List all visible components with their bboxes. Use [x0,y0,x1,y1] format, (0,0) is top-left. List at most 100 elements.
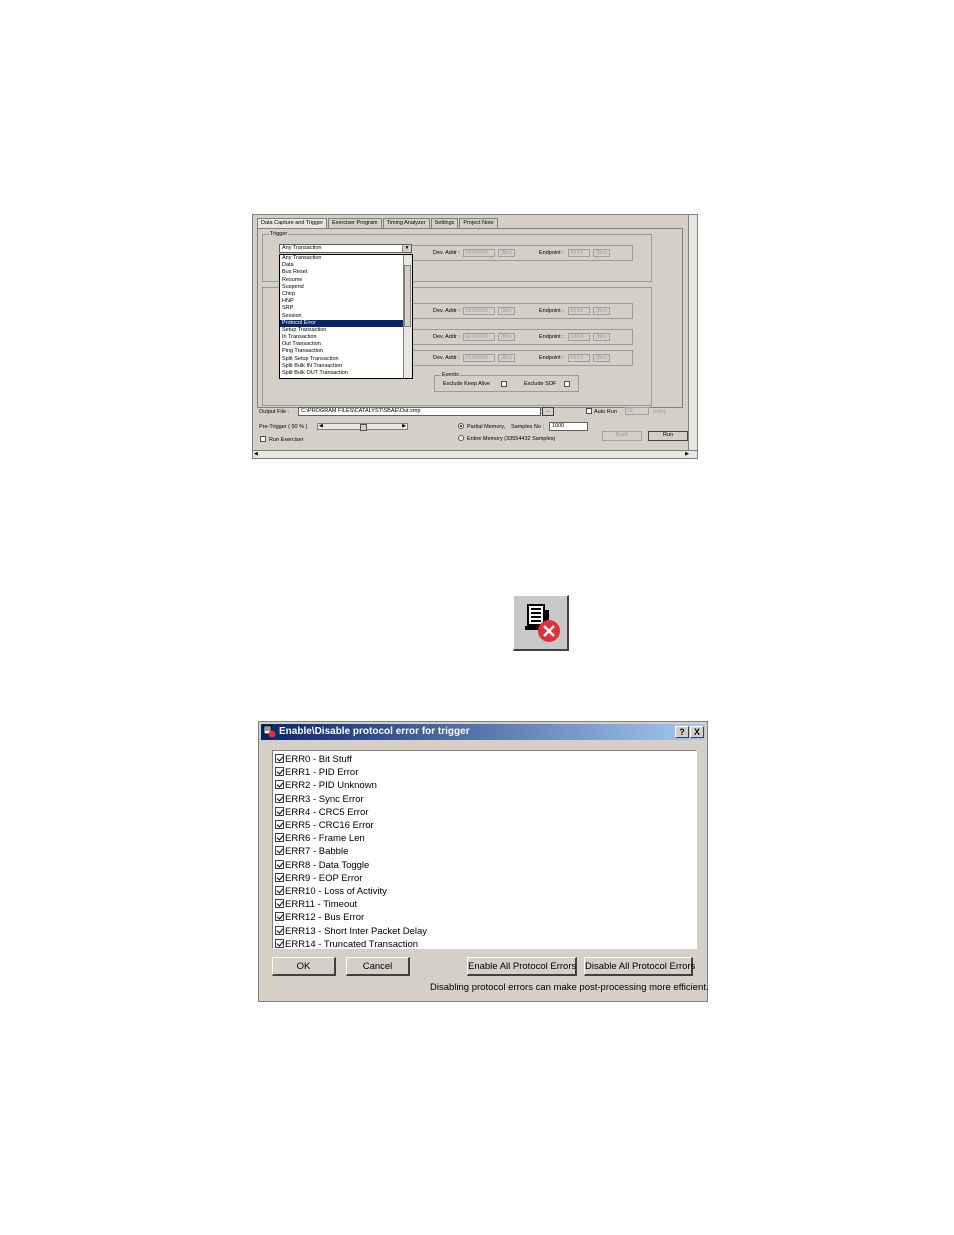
help-button[interactable]: ? [675,726,689,738]
trigger-option[interactable]: Suspend [280,284,412,291]
output-file-input[interactable]: C:\PROGRAM FILES\CATALYST\SBAE\Out.smp [298,407,541,416]
trigger-option[interactable]: Any Transaction [280,255,412,262]
window-vertical-scrollbar[interactable] [688,215,697,451]
protocol-error-item[interactable]: ERR1 - PID Error [275,766,358,779]
checked-checkbox-icon[interactable] [275,820,284,829]
ok-button[interactable]: OK [272,957,336,976]
slider-right-arrow-icon[interactable]: ▶ [402,423,406,429]
pre-trigger-slider[interactable]: ◀ ▶ [317,423,408,431]
dialog-titlebar[interactable]: Enable\Disable protocol error for trigge… [261,724,705,740]
chevron-down-icon[interactable]: ▼ [402,245,411,252]
run-exerciser-checkbox[interactable] [260,436,266,442]
protocol-error-trigger-icon[interactable] [513,595,569,651]
disable-all-errors-button[interactable]: Disable All Protocol Errors [584,957,695,976]
endpoint-field[interactable]: XXXX [568,249,590,257]
protocol-error-item[interactable]: ERR7 - Babble [275,845,348,858]
cancel-button[interactable]: Cancel [346,957,410,976]
protocol-error-item[interactable]: ERR2 - PID Unknown [275,779,377,792]
protocol-error-item[interactable]: ERR9 - EOP Error [275,872,362,885]
trigger-option[interactable]: Protocol Error [280,319,412,327]
trigger-option[interactable]: Split Bulk OUT Transaction [280,370,412,377]
exclude-sof-checkbox[interactable] [564,381,570,387]
endpoint-bin-button[interactable]: (Bin) [593,333,610,341]
protocol-error-item[interactable]: ERR8 - Data Toggle [275,859,369,872]
protocol-error-item[interactable]: ERR12 - Bus Error [275,911,364,924]
trigger-option[interactable]: Bus Reset [280,269,412,276]
tab-timing-analyzer[interactable]: Timing Analyzer [382,218,430,228]
tab-project-note[interactable]: Project Note [459,218,498,228]
auto-run-minutes-field[interactable]: 30 [625,407,649,415]
protocol-error-item[interactable]: ERR14 - Truncated Transaction [275,938,418,948]
run-button[interactable]: Run [648,431,688,441]
dropdown-scrollbar[interactable] [403,255,412,378]
protocol-error-item[interactable]: ERR3 - Sync Error [275,793,364,806]
checked-checkbox-icon[interactable] [275,806,284,816]
protocol-error-item[interactable]: ERR5 - CRC16 Error [275,819,374,832]
endpoint-bin-button[interactable]: (Bin) [593,249,610,257]
close-button[interactable]: X [690,726,704,738]
trigger-type-combo[interactable]: Any Transaction ▼ [279,244,412,253]
dev-addr-bin-button[interactable]: (Bin) [498,333,515,341]
protocol-error-item[interactable]: ERR13 - Short Inter Packet Delay [275,925,427,938]
protocol-error-item[interactable]: ERR0 - Bit Stuff [275,753,352,766]
scroll-thumb[interactable] [404,265,411,327]
dev-addr-field[interactable]: XXXXXXX [463,333,495,341]
samples-no-input[interactable]: 1000 [549,422,588,431]
entire-memory-radio[interactable] [458,435,464,441]
browse-button[interactable]: ... [542,407,554,416]
checked-checkbox-icon[interactable] [275,938,284,948]
trigger-option[interactable]: Split Bulk IN Transaction [280,363,412,370]
tab-settings[interactable]: Settings [430,218,459,228]
endpoint-bin-button[interactable]: (Bin) [593,354,610,362]
slider-thumb[interactable] [359,424,367,431]
trigger-option[interactable]: Data [280,262,412,269]
endpoint-bin-button[interactable]: (Bin) [593,307,610,315]
slider-left-arrow-icon[interactable]: ◀ [319,423,323,429]
checked-checkbox-icon[interactable] [275,886,284,895]
dev-addr-field[interactable]: XXXXXXX [463,307,495,315]
trigger-option[interactable]: Ping Transaction [280,348,412,355]
protocol-error-item[interactable]: ERR10 - Loss of Activity [275,885,387,898]
exclude-keep-alive-checkbox[interactable] [501,381,507,387]
dev-addr-field[interactable]: XXXXXXX [463,354,495,362]
protocol-error-item[interactable]: ERR6 - Frame Len [275,832,365,845]
tab-exerciser-program[interactable]: Exerciser Program [328,218,382,228]
protocol-error-item[interactable]: ERR4 - CRC5 Error [275,806,368,819]
auto-run-checkbox[interactable] [586,408,592,414]
protocol-error-list[interactable]: ERR0 - Bit Stuff ERR1 - PID Error ERR2 - P… [272,750,697,949]
scroll-right-arrow-icon[interactable]: ▶ [685,451,689,457]
endpoint-field[interactable]: XXXX [568,307,590,315]
trigger-option[interactable]: In Transaction [280,334,412,341]
scroll-left-arrow-icon[interactable]: ◀ [254,451,258,457]
checked-checkbox-icon[interactable] [275,780,284,790]
dev-addr-field[interactable]: XXXXXXX [463,249,495,257]
window-horizontal-scrollbar[interactable]: ◀ ▶ [253,450,697,458]
trigger-option[interactable]: Setup Transaction [280,327,412,334]
trigger-option[interactable]: Out Transaction [280,341,412,348]
dev-addr-bin-button[interactable]: (Bin) [498,307,515,315]
trigger-option[interactable]: Session [280,313,412,320]
checked-checkbox-icon[interactable] [275,912,284,922]
checked-checkbox-icon[interactable] [275,846,284,856]
trigger-option[interactable]: Split Setup Transaction [280,356,412,363]
back-button[interactable]: Back [602,431,642,441]
protocol-error-item[interactable]: ERR11 - Timeout [275,898,357,911]
trigger-option[interactable]: SRP [280,305,412,312]
trigger-option[interactable]: Resume [280,277,412,284]
trigger-type-dropdown[interactable]: Any Transaction Data Bus Reset Resume Suspen… [279,254,413,379]
partial-memory-radio[interactable] [458,423,464,429]
trigger-option[interactable]: Chirp [280,291,412,298]
endpoint-field[interactable]: XXXX [568,333,590,341]
checked-checkbox-icon[interactable] [275,754,284,763]
checked-checkbox-icon[interactable] [275,859,284,869]
dev-addr-bin-button[interactable]: (Bin) [498,354,515,362]
trigger-option[interactable]: HNP [280,298,412,305]
checked-checkbox-icon[interactable] [275,793,284,803]
endpoint-field[interactable]: XXXX [568,354,590,362]
checked-checkbox-icon[interactable] [275,899,284,909]
checked-checkbox-icon[interactable] [275,767,284,777]
checked-checkbox-icon[interactable] [275,925,284,935]
checked-checkbox-icon[interactable] [275,872,284,882]
dev-addr-bin-button[interactable]: (Bin) [498,249,515,257]
enable-all-errors-button[interactable]: Enable All Protocol Errors [467,957,577,976]
